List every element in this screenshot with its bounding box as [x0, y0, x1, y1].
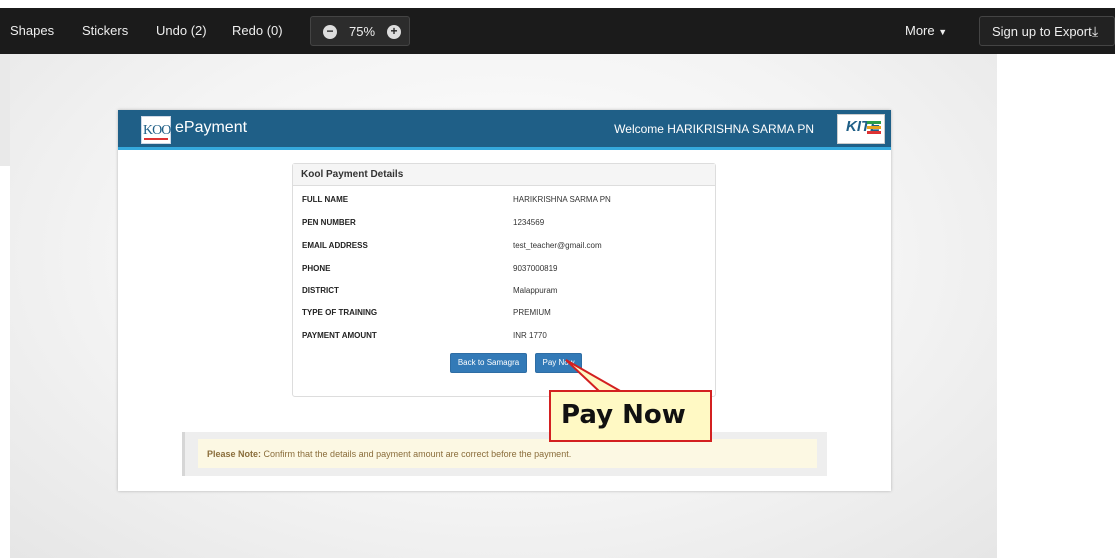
detail-label: PHONE [302, 264, 331, 273]
zoom-in-icon[interactable]: + [387, 25, 401, 39]
pay-now-callout[interactable]: Pay Now [549, 390, 712, 442]
detail-value: PREMIUM [513, 308, 551, 317]
undo-button[interactable]: Undo (2) [156, 23, 207, 38]
redo-button[interactable]: Redo (0) [232, 23, 283, 38]
caret-down-icon: ▼ [938, 27, 948, 37]
brand-title: ePayment [175, 119, 248, 136]
canvas-left-strip [0, 54, 10, 166]
note-label: Please Note: [207, 449, 262, 459]
detail-row: PHONE 9037000819 [302, 264, 712, 278]
page-header: KOOL ePayment Welcome HARIKRISHNA SARMA … [118, 110, 891, 150]
stickers-button[interactable]: Stickers [82, 23, 128, 38]
detail-value: 1234569 [513, 218, 545, 227]
zoom-level: 75% [349, 24, 376, 39]
kool-logo-text: KOOL [143, 123, 179, 138]
note-text: Confirm that the details and payment amo… [261, 449, 572, 459]
detail-value: Malappuram [513, 286, 558, 295]
more-label: More [905, 23, 935, 38]
detail-value: HARIKRISHNA SARMA PN [513, 195, 611, 204]
epayment-page: KOOL ePayment Welcome HARIKRISHNA SARMA … [118, 110, 891, 491]
detail-row: TYPE OF TRAINING PREMIUM [302, 308, 712, 322]
more-menu[interactable]: More ▼ [905, 23, 947, 38]
detail-row: EMAIL ADDRESS test_teacher@gmail.com [302, 241, 712, 255]
callout-text: Pay Now [561, 400, 686, 430]
zoom-out-icon[interactable]: − [323, 25, 337, 39]
pay-now-button[interactable]: Pay Now [535, 353, 582, 373]
detail-value: 9037000819 [513, 264, 558, 273]
export-label: Sign up to Export [992, 24, 1092, 39]
shapes-button[interactable]: Shapes [10, 23, 54, 38]
detail-label: TYPE OF TRAINING [302, 308, 378, 317]
export-button[interactable]: Sign up to Export ⤓ [979, 16, 1115, 46]
detail-row: DISTRICT Malappuram [302, 286, 712, 300]
detail-label: DISTRICT [302, 286, 339, 295]
kite-logo: KITE [837, 114, 885, 144]
detail-value: test_teacher@gmail.com [513, 241, 602, 250]
detail-value: INR 1770 [513, 331, 547, 340]
detail-row: PAYMENT AMOUNT INR 1770 [302, 331, 712, 345]
panel-title: Kool Payment Details [293, 164, 715, 186]
payment-note: Please Note: Confirm that the details an… [198, 439, 817, 468]
zoom-control: − 75% + [310, 16, 410, 46]
detail-row: FULL NAME HARIKRISHNA SARMA PN [302, 195, 712, 209]
payment-details-panel: Kool Payment Details FULL NAME HARIKRISHN… [292, 163, 716, 397]
welcome-text: Welcome HARIKRISHNA SARMA PN [614, 122, 814, 136]
detail-label: PEN NUMBER [302, 218, 356, 227]
editor-toolbar: Shapes Stickers Undo (2) Redo (0) − 75% … [0, 8, 1115, 54]
detail-label: PAYMENT AMOUNT [302, 331, 377, 340]
detail-label: EMAIL ADDRESS [302, 241, 368, 250]
detail-label: FULL NAME [302, 195, 349, 204]
detail-row: PEN NUMBER 1234569 [302, 218, 712, 232]
download-icon: ⤓ [1092, 23, 1099, 39]
kool-logo: KOOL [141, 116, 179, 144]
note-container: Please Note: Confirm that the details an… [182, 432, 827, 476]
back-to-samagra-button[interactable]: Back to Samagra [450, 353, 527, 373]
